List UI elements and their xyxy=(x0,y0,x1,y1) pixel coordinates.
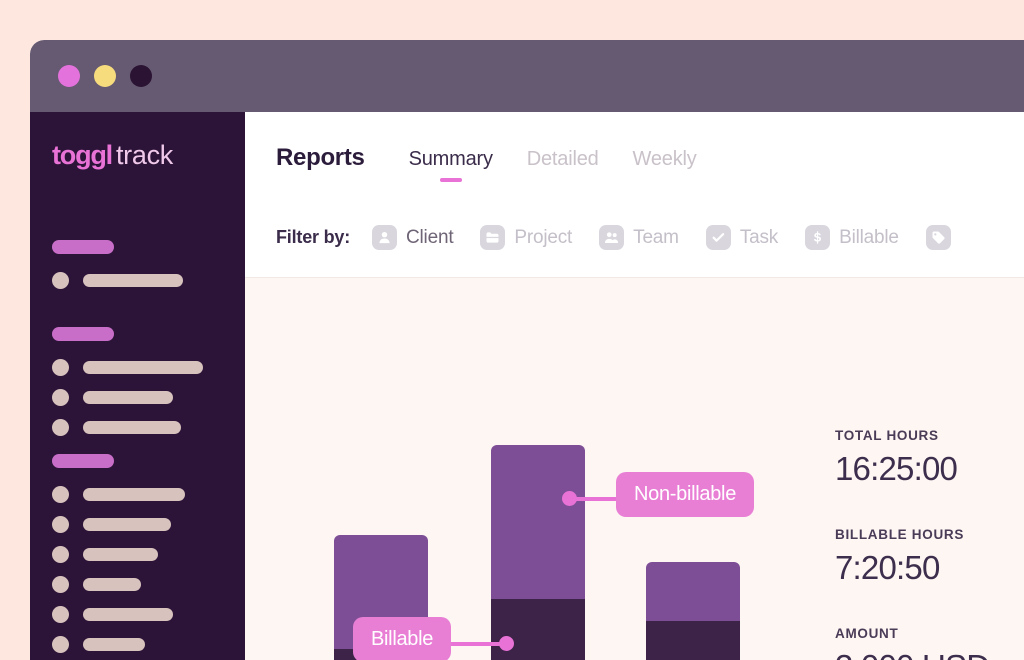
summary-bar-chart: Sat 14/10 Sun 15/10 Mon xyxy=(245,278,1024,660)
bar-group-sun: Sun 15/10 xyxy=(491,278,585,660)
filter-team-label: Team xyxy=(633,226,679,248)
sidebar-item-label-placeholder xyxy=(83,421,181,434)
stat-amount: AMOUNT 3,000 USD xyxy=(835,626,1024,660)
sidebar-item-icon-placeholder xyxy=(52,516,69,533)
tag-icon xyxy=(925,225,951,250)
logo-toggl-text: toggl xyxy=(52,140,113,170)
logo-track-text: track xyxy=(115,140,173,170)
sidebar-item-icon-placeholder xyxy=(52,389,69,406)
stat-amount-value: 3,000 USD xyxy=(835,648,1024,660)
tab-detailed[interactable]: Detailed xyxy=(527,148,599,171)
sidebar-section-heading-placeholder xyxy=(52,454,114,468)
sidebar-item-icon-placeholder xyxy=(52,359,69,376)
reports-topbar: Reports Summary Detailed Weekly Filter b… xyxy=(245,112,1024,278)
window-titlebar xyxy=(30,40,1024,112)
bar-group-sat: Sat 14/10 xyxy=(334,278,428,660)
sidebar-section-heading-placeholder xyxy=(52,240,114,254)
check-icon xyxy=(705,225,731,250)
stat-total-hours-label: TOTAL HOURS xyxy=(835,428,939,443)
sidebar-section-1 xyxy=(52,240,232,302)
stat-total-hours-value: 16:25:00 xyxy=(835,450,958,487)
tab-weekly[interactable]: Weekly xyxy=(633,148,697,171)
sidebar-item-label-placeholder xyxy=(83,608,173,621)
sidebar-item-icon-placeholder xyxy=(52,606,69,623)
filter-project[interactable]: Project xyxy=(480,225,572,250)
bar-mon-billable-segment xyxy=(646,621,740,660)
minimize-window-button[interactable] xyxy=(94,65,116,87)
bar-sun[interactable] xyxy=(491,445,585,660)
stat-billable-hours: BILLABLE HOURS 7:20:50 xyxy=(835,527,1024,587)
sidebar-item-icon-placeholder xyxy=(52,486,69,503)
filter-task-label: Task xyxy=(739,226,779,248)
sidebar-item-label-placeholder xyxy=(83,518,171,531)
person-icon xyxy=(372,225,398,250)
filter-client-label: Client xyxy=(406,226,454,248)
stat-total-hours: TOTAL HOURS 16:25:00 xyxy=(835,428,1024,488)
sidebar-item-icon-placeholder xyxy=(52,546,69,563)
stat-billable-hours-label: BILLABLE HOURS xyxy=(835,527,965,542)
sidebar-item-label-placeholder xyxy=(83,391,173,404)
sidebar-item-label-placeholder xyxy=(83,578,141,591)
filter-project-label: Project xyxy=(514,226,573,248)
sidebar-item-placeholder[interactable] xyxy=(52,389,232,406)
sidebar-item-placeholder[interactable] xyxy=(52,516,232,533)
sidebar-item-placeholder[interactable] xyxy=(52,272,232,289)
sidebar-item-placeholder[interactable] xyxy=(52,419,232,436)
folder-icon xyxy=(480,225,506,250)
maximize-window-button[interactable] xyxy=(130,65,152,87)
callout-non-billable-label[interactable]: Non-billable xyxy=(616,472,755,517)
sidebar-item-placeholder[interactable] xyxy=(52,576,232,593)
stat-amount-label: AMOUNT xyxy=(835,626,899,641)
sidebar-item-label-placeholder xyxy=(83,548,158,561)
filter-billable[interactable]: S Billable xyxy=(805,225,899,250)
reports-tabs: Reports Summary Detailed Weekly xyxy=(276,144,731,172)
toggl-track-logo[interactable]: toggl track xyxy=(52,140,173,171)
sidebar-item-label-placeholder xyxy=(83,361,203,374)
sidebar-item-label-placeholder xyxy=(83,274,183,287)
filter-billable-label: Billable xyxy=(839,226,899,248)
sidebar-item-placeholder[interactable] xyxy=(52,636,232,653)
close-window-button[interactable] xyxy=(58,65,80,87)
callout-billable-label[interactable]: Billable xyxy=(353,617,452,660)
sidebar-item-icon-placeholder xyxy=(52,576,69,593)
sidebar-item-icon-placeholder xyxy=(52,636,69,653)
sidebar-item-placeholder[interactable] xyxy=(52,486,232,503)
filter-bar: Filter by: Client Project Team Task Bill… xyxy=(276,225,978,250)
sidebar-item-icon-placeholder xyxy=(52,419,69,436)
page-title: Reports xyxy=(276,144,365,171)
tab-summary[interactable]: Summary xyxy=(409,148,493,171)
stat-billable-hours-value: 7:20:50 xyxy=(835,549,940,586)
sidebar-item-label-placeholder xyxy=(83,638,145,651)
filter-by-label: Filter by: xyxy=(276,227,351,247)
sidebar-item-placeholder[interactable] xyxy=(52,546,232,563)
sidebar-section-heading-placeholder xyxy=(52,327,114,341)
app-window: toggl track Reports Summary Detailed Wee… xyxy=(30,40,1024,660)
summary-stats: TOTAL HOURS 16:25:00 BILLABLE HOURS 7:20… xyxy=(835,428,1024,660)
sidebar: toggl track xyxy=(30,112,245,660)
sidebar-section-2 xyxy=(52,327,232,449)
sidebar-item-label-placeholder xyxy=(83,488,185,501)
sidebar-section-3 xyxy=(52,454,232,660)
dollar-icon: S xyxy=(805,225,831,250)
screenshot-root: toggl track Reports Summary Detailed Wee… xyxy=(0,0,1024,660)
people-icon xyxy=(599,225,625,250)
sidebar-item-placeholder[interactable] xyxy=(52,359,232,376)
filter-team[interactable]: Team xyxy=(599,225,679,250)
filter-task[interactable]: Task xyxy=(705,225,779,250)
bar-mon[interactable] xyxy=(646,562,740,660)
main-content: Reports Summary Detailed Weekly Filter b… xyxy=(245,112,1024,660)
bar-group-mon: Mon 16/10 xyxy=(646,278,740,660)
filter-tag[interactable] xyxy=(925,225,951,250)
callout-billable-connector xyxy=(450,642,506,646)
filter-client[interactable]: Client xyxy=(372,225,454,250)
sidebar-item-placeholder[interactable] xyxy=(52,606,232,623)
sidebar-item-icon-placeholder xyxy=(52,272,69,289)
